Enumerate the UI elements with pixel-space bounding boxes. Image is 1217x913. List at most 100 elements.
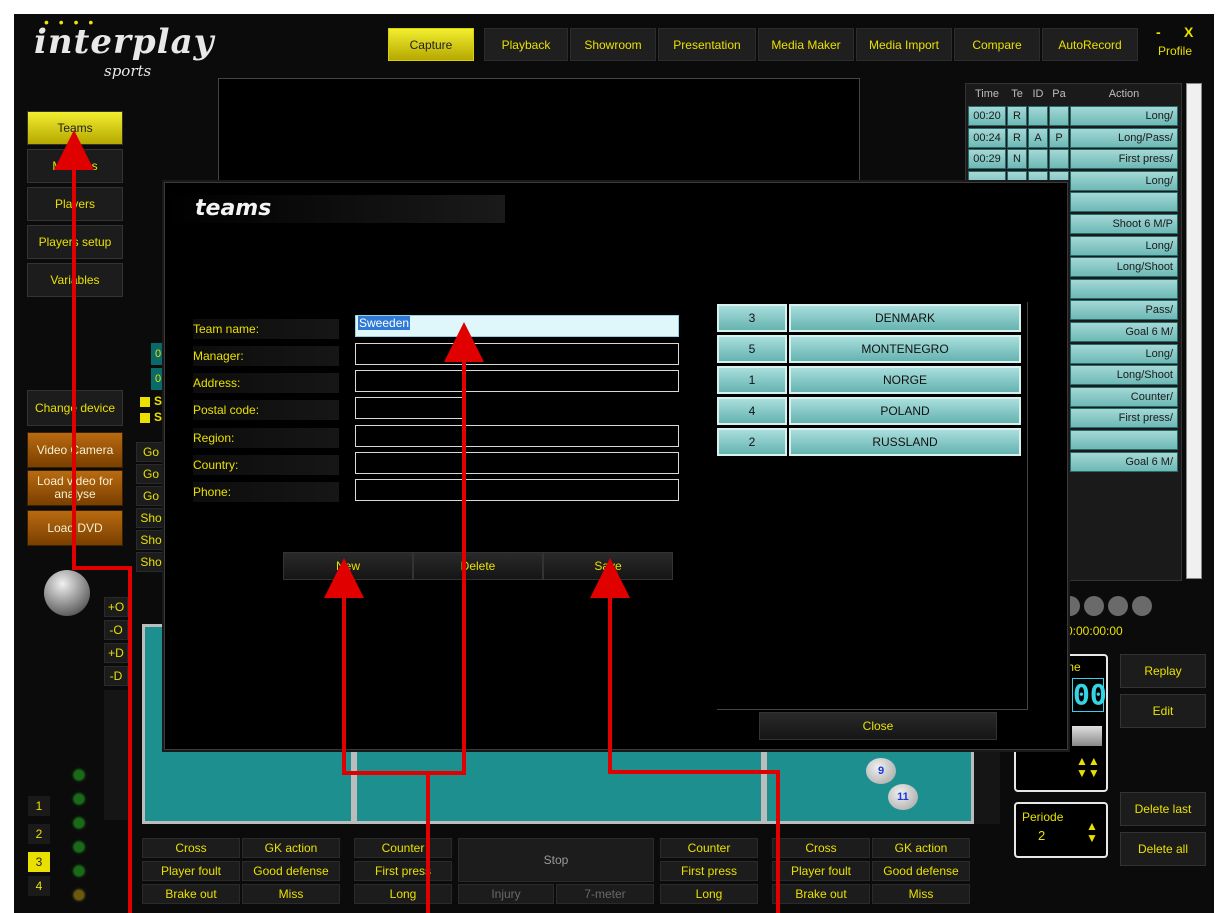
checkbox[interactable] <box>140 413 150 423</box>
action-long-right[interactable]: Long <box>660 884 758 904</box>
edit-button[interactable]: Edit <box>1120 694 1206 728</box>
table-row[interactable]: 00:24 R A P Long/Pass/ <box>966 127 1181 148</box>
jog-knob[interactable] <box>44 570 90 616</box>
list-item[interactable]: 2 RUSSLAND <box>717 428 1023 456</box>
delete-last-button[interactable]: Delete last <box>1120 792 1206 826</box>
action-player-foult-left[interactable]: Player foult <box>142 861 240 881</box>
new-button[interactable]: New <box>283 552 413 580</box>
stop-button[interactable]: Stop <box>458 838 654 882</box>
play-icon[interactable] <box>1132 596 1152 616</box>
team-number: 1 <box>717 366 787 394</box>
events-scrollbar[interactable] <box>1186 83 1202 579</box>
table-header[interactable]: Te <box>1007 84 1027 104</box>
table-header[interactable]: Pa <box>1049 84 1069 104</box>
tab-media-maker[interactable]: Media Maker <box>758 28 854 61</box>
load-video-button[interactable]: Load video for analyse <box>27 470 123 506</box>
close-button[interactable]: Close <box>759 712 997 740</box>
table-row[interactable]: 00:20 R Long/ <box>966 106 1181 126</box>
replay-button[interactable]: Replay <box>1120 654 1206 688</box>
table-cell-action <box>1070 430 1178 450</box>
sidebar-item-players[interactable]: Players <box>27 187 123 221</box>
profile-button[interactable]: Profile <box>1158 44 1192 58</box>
rewind-icon[interactable] <box>1108 596 1128 616</box>
table-row[interactable]: 00:29 N First press/ <box>966 149 1181 170</box>
tab-compare[interactable]: Compare <box>954 28 1040 61</box>
action-brake-out-left[interactable]: Brake out <box>142 884 240 904</box>
action-gk-right[interactable]: GK action <box>872 838 970 858</box>
minimize-button[interactable]: - <box>1156 24 1161 40</box>
tab-playback[interactable]: Playback <box>484 28 568 61</box>
period-1[interactable]: 1 <box>28 796 50 816</box>
tab-capture[interactable]: Capture <box>388 28 474 61</box>
table-cell-action: Counter/ <box>1070 386 1178 407</box>
action-button[interactable]: Go <box>136 464 166 484</box>
country-input[interactable] <box>355 452 679 474</box>
save-button[interactable]: Save <box>543 552 673 580</box>
player-token[interactable]: 9 <box>866 758 896 784</box>
table-header[interactable]: ID <box>1028 84 1048 104</box>
address-input[interactable] <box>355 370 679 392</box>
action-button[interactable]: Sho <box>136 552 166 572</box>
action-gk-left[interactable]: GK action <box>242 838 340 858</box>
sidebar-item-teams[interactable]: Teams <box>27 111 123 145</box>
delete-button[interactable]: Delete <box>413 552 543 580</box>
tab-presentation[interactable]: Presentation <box>658 28 756 61</box>
stop-icon[interactable] <box>1084 596 1104 616</box>
tab-showroom[interactable]: Showroom <box>570 28 656 61</box>
action-button[interactable]: Sho <box>136 508 166 528</box>
time-down-icon[interactable]: ▼▼ <box>1076 766 1100 780</box>
label-country: Country: <box>193 455 339 475</box>
action-miss-left[interactable]: Miss <box>242 884 340 904</box>
sidebar-item-matches[interactable]: Matches <box>27 149 123 183</box>
action-first-press-left[interactable]: First press <box>354 861 452 881</box>
time-button[interactable] <box>1072 726 1102 746</box>
stat-plus-o[interactable]: +O <box>104 597 128 617</box>
stat-minus-d[interactable]: -D <box>104 666 128 686</box>
load-dvd-button[interactable]: Load DVD <box>27 510 123 546</box>
sidebar-item-players-setup[interactable]: Players setup <box>27 225 123 259</box>
tab-media-import[interactable]: Media Import <box>856 28 952 61</box>
team-name-input[interactable]: Sweeden <box>355 315 679 337</box>
action-button[interactable]: Sho <box>136 530 166 550</box>
stat-plus-d[interactable]: +D <box>104 643 128 663</box>
region-input[interactable] <box>355 425 679 447</box>
team-number: 3 <box>717 304 787 332</box>
sidebar-item-variables[interactable]: Variables <box>27 263 123 297</box>
action-cross-right[interactable]: Cross <box>772 838 870 858</box>
team-list: 3 DENMARK 5 MONTENEGRO 1 NORGE 4 POLAND … <box>717 302 1028 710</box>
action-good-defense-right[interactable]: Good defense <box>872 861 970 881</box>
action-first-press-right[interactable]: First press <box>660 861 758 881</box>
manager-input[interactable] <box>355 343 679 365</box>
seven-meter-button[interactable]: 7-meter <box>556 884 654 904</box>
action-brake-out-right[interactable]: Brake out <box>772 884 870 904</box>
list-item[interactable]: 3 DENMARK <box>717 304 1023 332</box>
list-item[interactable]: 5 MONTENEGRO <box>717 335 1023 363</box>
list-item[interactable]: 4 POLAND <box>717 397 1023 425</box>
action-player-foult-right[interactable]: Player foult <box>772 861 870 881</box>
action-button[interactable]: Go <box>136 442 166 462</box>
action-counter-right[interactable]: Counter <box>660 838 758 858</box>
phone-input[interactable] <box>355 479 679 501</box>
action-long-left[interactable]: Long <box>354 884 452 904</box>
postal-code-input[interactable] <box>355 397 463 419</box>
tab-autorecord[interactable]: AutoRecord <box>1042 28 1138 61</box>
checkbox[interactable] <box>140 397 150 407</box>
action-button[interactable]: Go <box>136 486 166 506</box>
period-4[interactable]: 4 <box>28 876 50 896</box>
player-token[interactable]: 11 <box>888 784 918 810</box>
action-cross-left[interactable]: Cross <box>142 838 240 858</box>
period-3[interactable]: 3 <box>28 852 50 872</box>
stat-minus-o[interactable]: -O <box>104 620 128 640</box>
table-cell-action <box>1070 192 1178 213</box>
change-device-button[interactable]: Change device <box>27 390 123 426</box>
list-item[interactable]: 1 NORGE <box>717 366 1023 394</box>
close-app-button[interactable]: X <box>1184 24 1193 40</box>
injury-button[interactable]: Injury <box>458 884 554 904</box>
video-camera-button[interactable]: Video Camera <box>27 432 123 468</box>
action-miss-right[interactable]: Miss <box>872 884 970 904</box>
table-header[interactable]: Action <box>1070 84 1178 104</box>
action-good-defense-left[interactable]: Good defense <box>242 861 340 881</box>
action-counter-left[interactable]: Counter <box>354 838 452 858</box>
table-header[interactable]: Time <box>968 84 1006 104</box>
period-2[interactable]: 2 <box>28 824 50 844</box>
